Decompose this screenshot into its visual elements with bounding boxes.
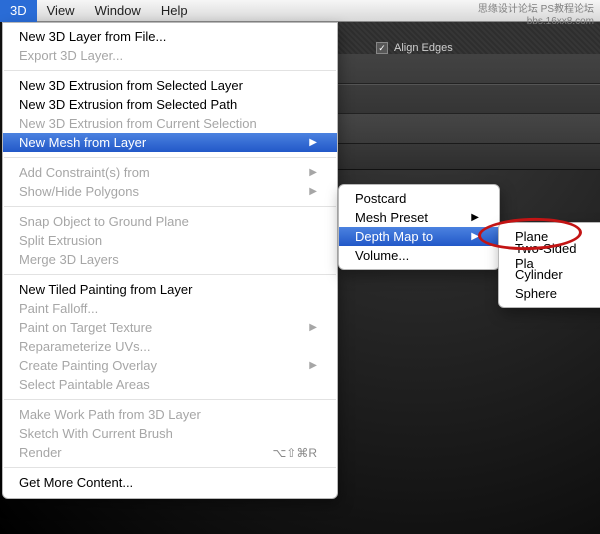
menu-3d: New 3D Layer from File... Export 3D Laye… [2, 22, 338, 499]
panel-strip-4 [336, 144, 600, 170]
mi-postcard[interactable]: Postcard [339, 189, 499, 208]
mi-two-sided[interactable]: Two-Sided Pla [499, 246, 600, 265]
separator [4, 467, 336, 468]
mi-sketch-brush: Sketch With Current Brush [3, 424, 337, 443]
mi-mesh-preset[interactable]: Mesh Preset▶ [339, 208, 499, 227]
mi-create-overlay: Create Painting Overlay▶ [3, 356, 337, 375]
submenu-depth-map: Plane Two-Sided Pla Cylinder Sphere [498, 222, 600, 308]
submenu-arrow-icon: ▶ [471, 231, 479, 242]
submenu-arrow-icon: ▶ [309, 167, 317, 178]
mi-reparam-uvs: Reparameterize UVs... [3, 337, 337, 356]
separator [4, 157, 336, 158]
mi-show-hide-polygons: Show/Hide Polygons▶ [3, 182, 337, 201]
watermark: 思缘设计论坛 PS教程论坛 bbs.16xx8.com [478, 4, 594, 28]
separator [4, 399, 336, 400]
shortcut-label: ⌥⇧⌘R [272, 446, 317, 460]
mi-render: Render⌥⇧⌘R [3, 443, 337, 462]
mi-split-extrusion: Split Extrusion [3, 231, 337, 250]
mi-new-tiled[interactable]: New Tiled Painting from Layer [3, 280, 337, 299]
mi-export-3d-layer: Export 3D Layer... [3, 46, 337, 65]
submenu-arrow-icon: ▶ [471, 212, 479, 223]
checkbox-icon: ✓ [376, 42, 388, 54]
mi-sphere[interactable]: Sphere [499, 284, 600, 303]
panel-strip-3 [336, 114, 600, 144]
panel-strip-2 [336, 84, 600, 114]
submenu-arrow-icon: ▶ [309, 186, 317, 197]
menubar-item-3d[interactable]: 3D [0, 0, 37, 22]
submenu-arrow-icon: ▶ [309, 137, 317, 148]
mi-volume[interactable]: Volume... [339, 246, 499, 265]
mi-snap-ground: Snap Object to Ground Plane [3, 212, 337, 231]
mi-new-3d-layer[interactable]: New 3D Layer from File... [3, 27, 337, 46]
mi-get-more[interactable]: Get More Content... [3, 473, 337, 492]
mi-new-mesh[interactable]: New Mesh from Layer▶ [3, 133, 337, 152]
align-edges-checkbox[interactable]: ✓ Align Edges [376, 42, 453, 54]
mi-new-extrusion-layer[interactable]: New 3D Extrusion from Selected Layer [3, 76, 337, 95]
mi-paint-target: Paint on Target Texture▶ [3, 318, 337, 337]
mi-new-extrusion-path[interactable]: New 3D Extrusion from Selected Path [3, 95, 337, 114]
mi-depth-map[interactable]: Depth Map to▶ [339, 227, 499, 246]
separator [4, 206, 336, 207]
mi-select-paintable: Select Paintable Areas [3, 375, 337, 394]
submenu-arrow-icon: ▶ [309, 360, 317, 371]
menubar-item-window[interactable]: Window [85, 0, 151, 22]
separator [4, 70, 336, 71]
mi-new-extrusion-selection: New 3D Extrusion from Current Selection [3, 114, 337, 133]
mi-paint-falloff: Paint Falloff... [3, 299, 337, 318]
mi-merge-3d: Merge 3D Layers [3, 250, 337, 269]
submenu-arrow-icon: ▶ [309, 322, 317, 333]
mi-make-work-path: Make Work Path from 3D Layer [3, 405, 337, 424]
align-edges-label: Align Edges [394, 42, 453, 54]
menubar-item-view[interactable]: View [37, 0, 85, 22]
menubar-item-help[interactable]: Help [151, 0, 198, 22]
separator [4, 274, 336, 275]
submenu-new-mesh: Postcard Mesh Preset▶ Depth Map to▶ Volu… [338, 184, 500, 270]
mi-add-constraints: Add Constraint(s) from▶ [3, 163, 337, 182]
